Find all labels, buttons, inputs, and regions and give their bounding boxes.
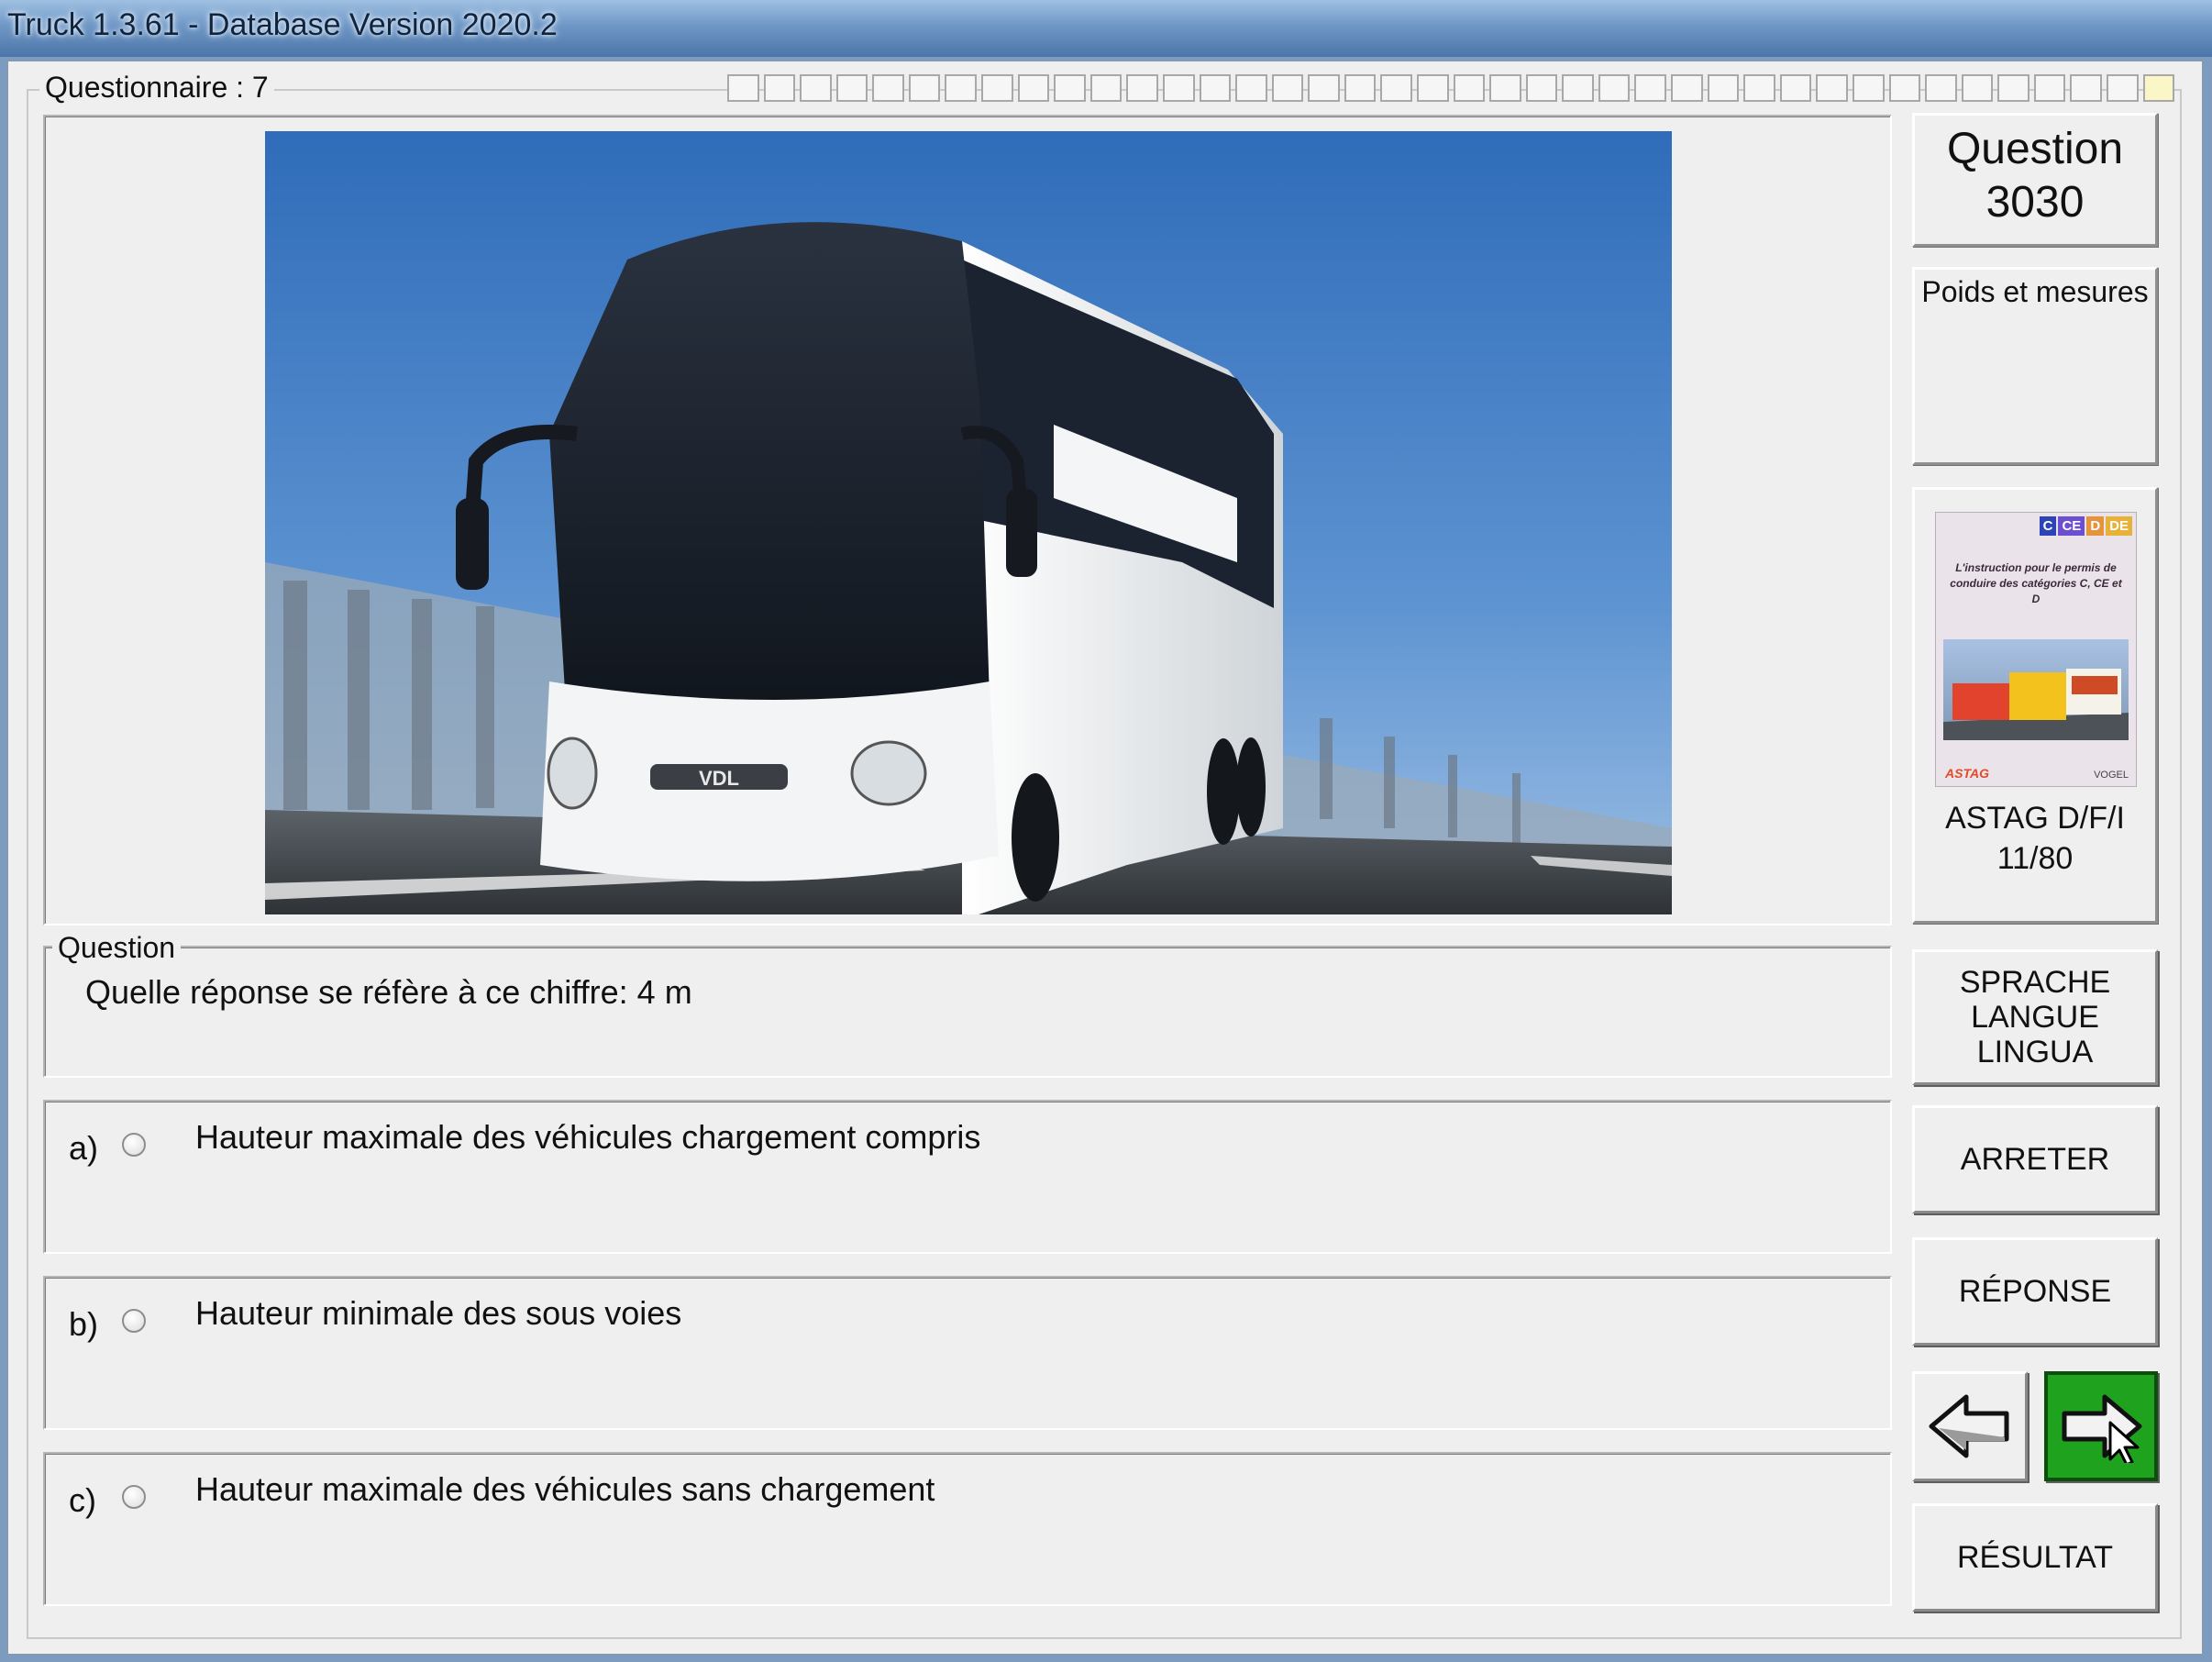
book-badge-c: C bbox=[2039, 516, 2057, 536]
book-publisher-right: VOGEL bbox=[2094, 770, 2129, 781]
progress-segment bbox=[1235, 74, 1267, 102]
progress-segment bbox=[800, 74, 832, 102]
question-photo: VDL bbox=[265, 131, 1672, 914]
progress-segment bbox=[1562, 74, 1594, 102]
answer-text-b[interactable]: Hauteur minimale des sous voies bbox=[195, 1294, 681, 1333]
book-badge-de: DE bbox=[2106, 516, 2132, 536]
question-number-box: Question 3030 bbox=[1912, 113, 2158, 247]
answer-letter-b: b) bbox=[69, 1305, 99, 1343]
answer-button[interactable]: RÉPONSE bbox=[1912, 1237, 2158, 1346]
progress-segment bbox=[1453, 74, 1486, 102]
question-text: Quelle réponse se réfère à ce chiffre: 4… bbox=[85, 973, 692, 1011]
result-button[interactable]: RÉSULTAT bbox=[1912, 1503, 2158, 1612]
answer-radio-b[interactable] bbox=[122, 1309, 146, 1333]
progress-segment bbox=[1888, 74, 1921, 102]
progress-segment bbox=[2142, 74, 2175, 102]
progress-segment bbox=[1271, 74, 1304, 102]
progress-segment bbox=[945, 74, 978, 102]
progress-segment bbox=[1779, 74, 1812, 102]
answer-text-c[interactable]: Hauteur maximale des véhicules sans char… bbox=[195, 1470, 935, 1509]
progress-segment bbox=[1634, 74, 1667, 102]
book-cover-text: L'instruction pour le permis de conduire… bbox=[1950, 561, 2122, 605]
language-button-label-de: SPRACHE bbox=[1959, 965, 2111, 1000]
language-button[interactable]: SPRACHE LANGUE LINGUA bbox=[1912, 949, 2158, 1085]
progress-segment bbox=[981, 74, 1013, 102]
progress-segment bbox=[835, 74, 868, 102]
next-button[interactable] bbox=[2044, 1371, 2158, 1481]
progress-segment bbox=[1126, 74, 1158, 102]
progress-segment bbox=[1743, 74, 1775, 102]
progress-segment bbox=[1997, 74, 2030, 102]
arrow-right-cursor-icon bbox=[2062, 1394, 2142, 1463]
bus-photo-illustration: VDL bbox=[265, 131, 1672, 914]
progress-segment bbox=[1199, 74, 1232, 102]
reference-book-box: C CE D DE L'instruction pour le permis d… bbox=[1912, 487, 2158, 924]
progress-segment bbox=[1308, 74, 1340, 102]
progress-segment bbox=[1380, 74, 1412, 102]
stop-button[interactable]: ARRETER bbox=[1912, 1105, 2158, 1213]
progress-segment bbox=[1054, 74, 1086, 102]
progress-segment bbox=[1925, 74, 1957, 102]
progress-bar bbox=[727, 74, 2175, 102]
question-panel bbox=[43, 946, 1892, 1078]
bus-brand-text: VDL bbox=[699, 767, 739, 790]
progress-segment bbox=[1525, 74, 1558, 102]
answer-radio-c[interactable] bbox=[122, 1485, 146, 1509]
progress-segment bbox=[1162, 74, 1195, 102]
book-category-badges: C CE D DE bbox=[2039, 516, 2132, 536]
answer-letter-c: c) bbox=[69, 1481, 96, 1519]
quiz-window: Questionnaire : 7 VDL Question Quelle ré… bbox=[7, 61, 2203, 1655]
progress-segment bbox=[1489, 74, 1521, 102]
category-label: Poids et mesures bbox=[1921, 275, 2149, 308]
progress-segment bbox=[908, 74, 941, 102]
book-page: 11/80 bbox=[1996, 841, 2074, 876]
book-cover: C CE D DE L'instruction pour le permis d… bbox=[1935, 512, 2137, 787]
title-bar: Truck 1.3.61 - Database Version 2020.2 bbox=[0, 0, 2212, 57]
book-cover-photo bbox=[1943, 639, 2129, 740]
answer-letter-a: a) bbox=[69, 1129, 99, 1167]
question-number-label: Question bbox=[1946, 125, 2124, 173]
progress-segment bbox=[2033, 74, 2066, 102]
questionnaire-label: Questionnaire : 7 bbox=[39, 71, 274, 105]
book-badge-ce: CE bbox=[2058, 516, 2085, 536]
progress-segment bbox=[1598, 74, 1631, 102]
progress-segment bbox=[1344, 74, 1377, 102]
progress-segment bbox=[1017, 74, 1050, 102]
category-box: Poids et mesures bbox=[1912, 267, 2158, 465]
previous-button[interactable] bbox=[1912, 1371, 2028, 1481]
book-badge-d: D bbox=[2086, 516, 2105, 536]
progress-segment bbox=[1852, 74, 1885, 102]
progress-segment bbox=[1707, 74, 1740, 102]
progress-segment bbox=[1961, 74, 1994, 102]
answer-text-a[interactable]: Hauteur maximale des véhicules chargemen… bbox=[195, 1118, 980, 1157]
progress-segment bbox=[872, 74, 904, 102]
progress-segment bbox=[2106, 74, 2139, 102]
book-publisher-left: ASTAG bbox=[1945, 766, 1989, 781]
language-button-label-fr: LANGUE bbox=[1971, 1000, 2099, 1035]
book-name: ASTAG D/F/I bbox=[1945, 801, 2125, 836]
question-legend: Question bbox=[52, 931, 182, 965]
window-title: Truck 1.3.61 - Database Version 2020.2 bbox=[7, 7, 558, 42]
progress-segment bbox=[2070, 74, 2102, 102]
progress-segment bbox=[1416, 74, 1449, 102]
progress-segment bbox=[727, 74, 759, 102]
progress-segment bbox=[1671, 74, 1703, 102]
answer-radio-a[interactable] bbox=[122, 1133, 146, 1157]
progress-segment bbox=[763, 74, 796, 102]
question-number-value: 3030 bbox=[1985, 178, 2085, 227]
progress-segment bbox=[1089, 74, 1123, 102]
language-button-label-it: LINGUA bbox=[1976, 1035, 2094, 1069]
arrow-left-icon bbox=[1929, 1394, 2009, 1458]
progress-segment bbox=[1816, 74, 1848, 102]
